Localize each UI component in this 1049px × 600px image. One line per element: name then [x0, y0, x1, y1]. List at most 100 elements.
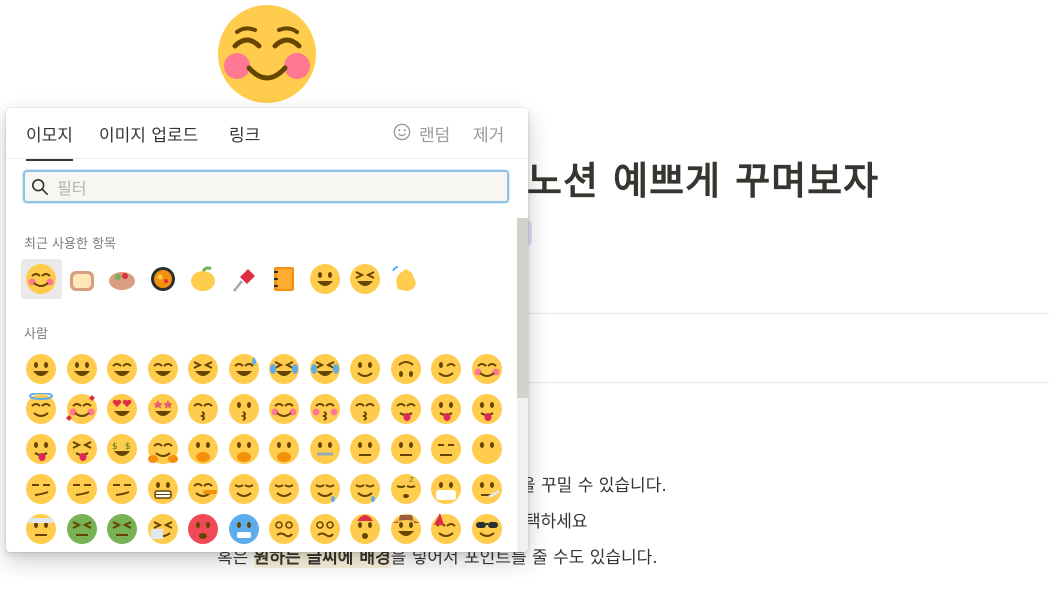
emoji-waving-hands-icon[interactable] — [386, 259, 427, 299]
emoji-sleepy-icon[interactable] — [305, 469, 346, 509]
emoji-pushpin-icon[interactable] — [224, 259, 265, 299]
recent-section-label: 최근 사용한 항목 — [24, 237, 116, 252]
emoji-expressionless-icon[interactable] — [426, 429, 467, 469]
emoji-kissing-smiling-icon[interactable] — [345, 389, 386, 429]
emoji-grimacing-icon[interactable] — [143, 469, 184, 509]
emoji-smiling-blush-2-icon[interactable] — [264, 389, 305, 429]
emoji-cowboy-icon[interactable] — [386, 509, 427, 549]
emoji-upside-down-icon[interactable] — [386, 349, 427, 389]
emoji-pensive-icon[interactable] — [264, 469, 305, 509]
page-title[interactable]: 노션 예쁘게 꾸며보자 — [527, 150, 879, 205]
emoji-bread-icon[interactable] — [62, 259, 103, 299]
scrollbar[interactable] — [517, 218, 528, 552]
svg-text:$: $ — [125, 442, 131, 452]
emoji-money-mouth-icon[interactable]: $ $ — [102, 429, 143, 469]
emoji-smiling-face-blush-icon[interactable] — [21, 259, 62, 299]
people-emoji-row — [21, 509, 507, 549]
emoji-grinning-smiling-eyes-icon[interactable] — [102, 349, 143, 389]
smiley-icon[interactable] — [393, 123, 411, 141]
emoji-sweat-smile-icon[interactable] — [224, 349, 265, 389]
emoji-zany-icon[interactable] — [21, 429, 62, 469]
search-icon — [31, 178, 49, 196]
emoji-star-struck-icon[interactable] — [143, 389, 184, 429]
emoji-bandage-icon[interactable] — [21, 509, 62, 549]
recent-emoji-row — [21, 259, 426, 299]
people-emoji-row — [21, 349, 507, 389]
emoji-relieved-icon[interactable] — [224, 469, 265, 509]
emoji-vomiting-icon[interactable] — [102, 509, 143, 549]
people-section-label: 사람 — [24, 327, 48, 342]
remove-button[interactable]: 제거 — [473, 121, 504, 146]
scrollbar-thumb[interactable] — [517, 218, 528, 398]
emoji-notebook-icon[interactable] — [264, 259, 305, 299]
emoji-cold-icon[interactable] — [224, 509, 265, 549]
page-icon-smiling-face[interactable] — [217, 4, 317, 104]
emoji-grinning-icon[interactable] — [21, 349, 62, 389]
emoji-kissing-closed-eyes-icon[interactable] — [305, 389, 346, 429]
emoji-burrito-icon[interactable] — [102, 259, 143, 299]
emoji-raised-eyebrow-icon[interactable] — [345, 429, 386, 469]
emoji-beaming-icon[interactable] — [143, 349, 184, 389]
emoji-winking-tongue-icon[interactable] — [467, 389, 508, 429]
emoji-no-mouth-icon[interactable] — [467, 429, 508, 469]
people-emoji-row — [21, 389, 507, 429]
emoji-smiling-blush-icon[interactable] — [467, 349, 508, 389]
emoji-picker-popover: 이모지 이미지 업로드 링크 랜덤 제거 최근 사용한 항목 사람 $$z — [6, 108, 528, 552]
emoji-shallow-pan-of-food-icon[interactable] — [143, 259, 184, 299]
tab-emoji[interactable]: 이모지 — [26, 121, 73, 161]
emoji-shushing-icon[interactable] — [224, 429, 265, 469]
emoji-tears-of-joy-icon[interactable] — [305, 349, 346, 389]
emoji-smirking-icon[interactable] — [21, 469, 62, 509]
divider — [520, 382, 1049, 383]
emoji-squinting-face-icon[interactable] — [345, 259, 386, 299]
emoji-hearts-icon[interactable] — [62, 389, 103, 429]
body-line-1: 을 꾸밀 수 있습니다. — [520, 476, 667, 496]
emoji-lying-icon[interactable] — [183, 469, 224, 509]
emoji-sleeping-icon[interactable]: z — [386, 469, 427, 509]
body-line-2: 택하세요 — [525, 512, 588, 532]
picker-tabbar: 이모지 이미지 업로드 링크 랜덤 제거 — [6, 108, 528, 161]
emoji-woozy-icon[interactable] — [264, 509, 305, 549]
emoji-hugging-icon[interactable] — [143, 429, 184, 469]
emoji-kissing-heart-icon[interactable] — [183, 389, 224, 429]
tab-link[interactable]: 링크 — [229, 121, 260, 146]
emoji-heart-eyes-icon[interactable] — [102, 389, 143, 429]
filter-input[interactable] — [55, 175, 499, 201]
emoji-yum-icon[interactable] — [386, 389, 427, 429]
emoji-rolling-eyes-icon[interactable] — [102, 469, 143, 509]
emoji-squinting-tongue-icon[interactable] — [62, 429, 103, 469]
emoji-winking-icon[interactable] — [426, 349, 467, 389]
emoji-squinting-icon[interactable] — [183, 349, 224, 389]
divider — [520, 313, 1049, 314]
emoji-grinning-big-eyes-icon[interactable] — [62, 349, 103, 389]
emoji-sneezing-icon[interactable] — [143, 509, 184, 549]
emoji-drooling-icon[interactable] — [345, 469, 386, 509]
emoji-zipper-icon[interactable] — [305, 429, 346, 469]
emoji-slightly-smiling-icon[interactable] — [345, 349, 386, 389]
emoji-exploding-icon[interactable] — [345, 509, 386, 549]
emoji-nauseated-icon[interactable] — [62, 509, 103, 549]
people-emoji-row: z — [21, 469, 507, 509]
random-button[interactable]: 랜덤 — [419, 121, 450, 146]
emoji-neutral-icon[interactable] — [386, 429, 427, 469]
emoji-lemon-icon[interactable] — [183, 259, 224, 299]
emoji-dizzy-icon[interactable] — [305, 509, 346, 549]
emoji-partying-icon[interactable] — [426, 509, 467, 549]
emoji-rolling-laughing-icon[interactable] — [264, 349, 305, 389]
emoji-halo-icon[interactable] — [21, 389, 62, 429]
emoji-hot-icon[interactable] — [183, 509, 224, 549]
people-emoji-row: $ $ — [21, 429, 507, 469]
svg-text:$: $ — [112, 442, 118, 452]
emoji-unamused-icon[interactable] — [62, 469, 103, 509]
emoji-mask-icon[interactable] — [426, 469, 467, 509]
search-box — [23, 170, 509, 203]
emoji-tongue-icon[interactable] — [426, 389, 467, 429]
emoji-thinking-icon[interactable] — [264, 429, 305, 469]
emoji-hand-over-mouth-icon[interactable] — [183, 429, 224, 469]
emoji-thermometer-icon[interactable] — [467, 469, 508, 509]
svg-text:z: z — [409, 475, 414, 485]
tab-image-upload[interactable]: 이미지 업로드 — [99, 121, 198, 146]
emoji-sunglasses-icon[interactable] — [467, 509, 508, 549]
emoji-grinning-face-icon[interactable] — [305, 259, 346, 299]
emoji-kissing-icon[interactable] — [224, 389, 265, 429]
